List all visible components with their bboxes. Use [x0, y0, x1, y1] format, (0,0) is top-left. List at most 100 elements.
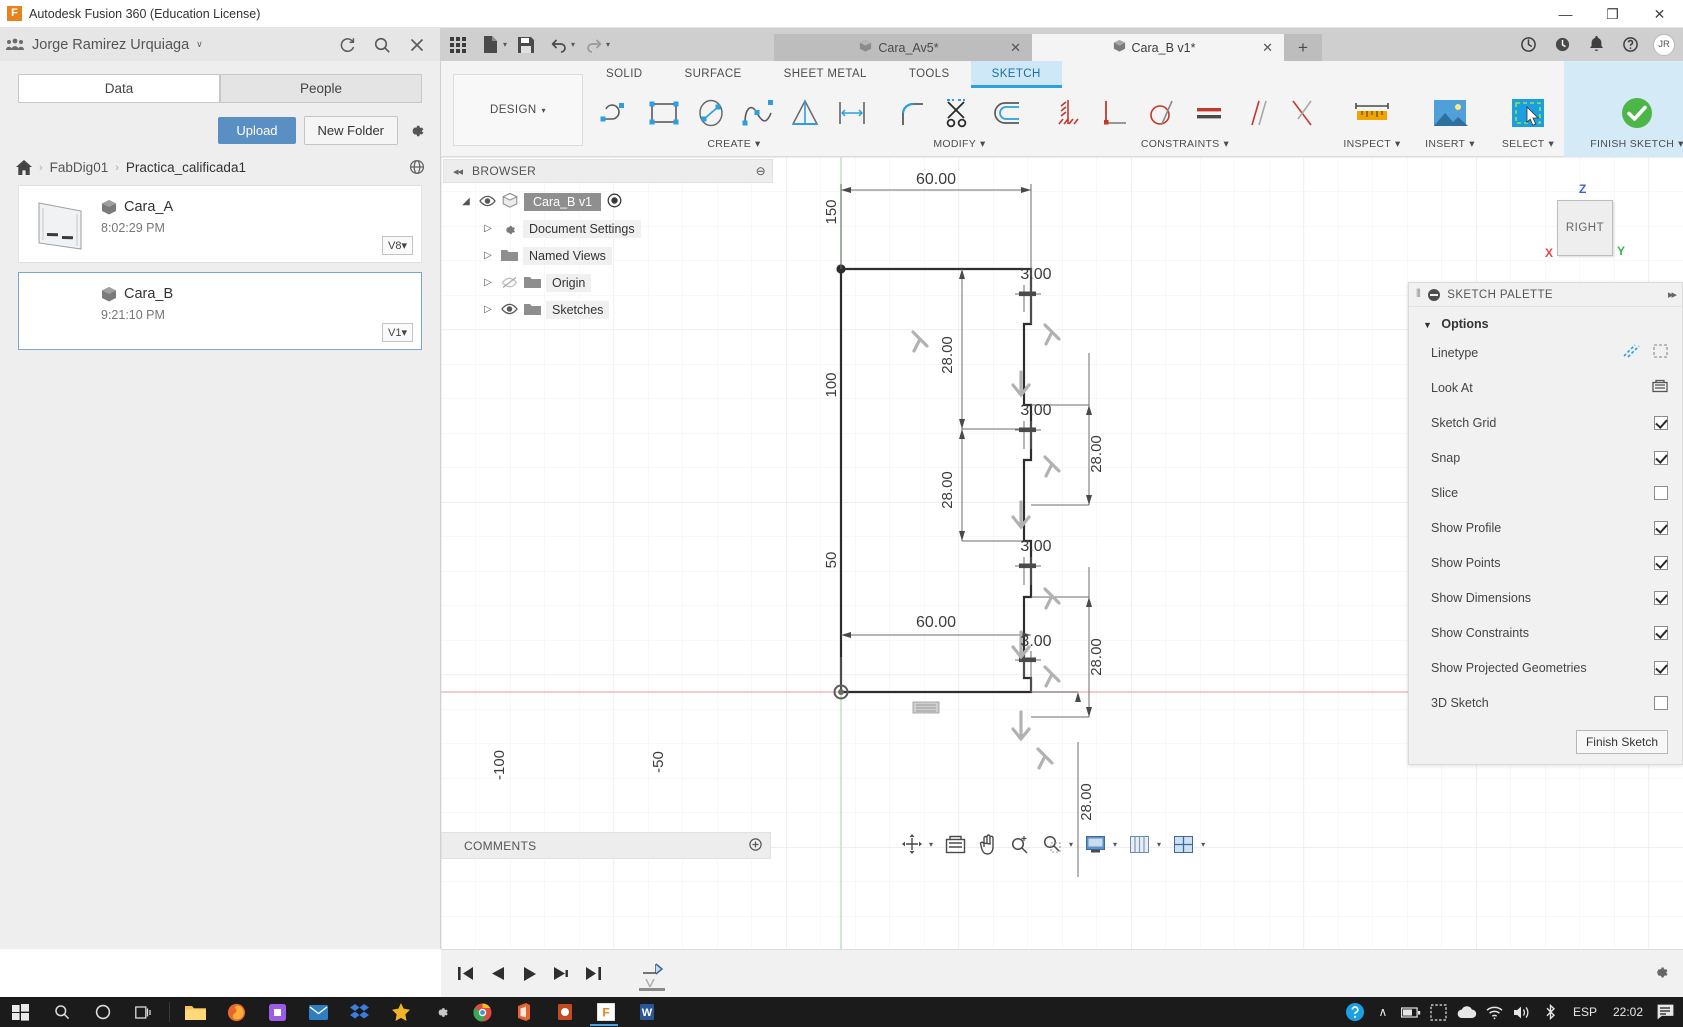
ribbon-group-label-modify[interactable]: MODIFY ▾	[933, 136, 985, 152]
minimize-button[interactable]: —	[1542, 0, 1589, 28]
firefox-icon[interactable]	[216, 997, 257, 1027]
bluetooth-icon[interactable]	[1537, 997, 1565, 1027]
comments-bar[interactable]: COMMENTS	[441, 832, 771, 859]
ribbon-group-label-constraints[interactable]: CONSTRAINTS ▾	[1141, 136, 1229, 152]
3d-sketch-checkbox[interactable]	[1654, 695, 1668, 710]
new-document-tab-button[interactable]: +	[1284, 34, 1322, 61]
visibility-eye-off-icon[interactable]	[501, 276, 518, 290]
finish-sketch-button[interactable]: Finish Sketch	[1575, 730, 1668, 754]
linetype-centerline-icon[interactable]	[1653, 344, 1668, 361]
clock-time[interactable]: 22:02	[1605, 1005, 1651, 1019]
palette-row-slice[interactable]: Slice	[1409, 475, 1682, 510]
action-center-icon[interactable]	[1651, 997, 1679, 1027]
job-status-icon[interactable]	[1511, 28, 1545, 61]
coincident-constraint-icon[interactable]	[1279, 90, 1326, 136]
fix-constraint-icon[interactable]	[1044, 90, 1091, 136]
show-profile-checkbox[interactable]	[1654, 520, 1668, 535]
equal-constraint-icon[interactable]	[1185, 90, 1232, 136]
help-icon[interactable]	[1613, 28, 1647, 61]
tree-node-document-settings[interactable]: ▷ Document Settings	[443, 215, 773, 242]
palette-row-sketch-grid[interactable]: Sketch Grid	[1409, 405, 1682, 440]
tab-surface[interactable]: SURFACE	[664, 61, 763, 88]
redo-caret-icon[interactable]: ▾	[606, 40, 610, 49]
collapse-browser-icon[interactable]: ◂◂	[453, 165, 463, 178]
maximize-button[interactable]: ❐	[1589, 0, 1636, 28]
show-points-checkbox[interactable]	[1654, 555, 1668, 570]
tree-node-sketches[interactable]: ▷ Sketches	[443, 296, 773, 323]
browser-minimize-icon[interactable]: ⊖	[756, 164, 766, 178]
sketch-feature-icon[interactable]	[639, 960, 667, 991]
globe-icon[interactable]	[409, 159, 426, 176]
expand-arrow-icon[interactable]: ▷	[481, 304, 495, 315]
palette-row-show-dimensions[interactable]: Show Dimensions	[1409, 580, 1682, 615]
viewports-caret-icon[interactable]: ▾	[1201, 840, 1205, 849]
slice-checkbox[interactable]	[1654, 485, 1668, 500]
windows-start-icon[interactable]	[0, 997, 41, 1027]
tree-node-cara-b[interactable]: ◢ Cara_B v1	[443, 188, 773, 215]
look-at-icon[interactable]	[1652, 379, 1668, 396]
orbit-caret-icon[interactable]: ▾	[929, 840, 933, 849]
view-cube[interactable]: Z X Y RIGHT	[1539, 182, 1631, 274]
user-avatar[interactable]: JR	[1653, 33, 1675, 56]
powerpoint-icon[interactable]	[544, 997, 585, 1027]
palette-row-show-profile[interactable]: Show Profile	[1409, 510, 1682, 545]
word-icon[interactable]: W	[626, 997, 667, 1027]
visibility-eye-icon[interactable]	[479, 195, 496, 209]
store-icon[interactable]	[257, 997, 298, 1027]
jump-to-end-icon[interactable]	[579, 960, 607, 988]
close-button[interactable]: ✕	[1636, 0, 1683, 28]
file-version-badge[interactable]: V8▾	[382, 236, 413, 255]
mail-icon[interactable]	[298, 997, 339, 1027]
cloud-icon[interactable]	[1453, 997, 1481, 1027]
design-workspace-button[interactable]: DESIGN ▾	[453, 74, 583, 146]
upload-button[interactable]: Upload	[218, 117, 296, 144]
tangent-constraint-icon[interactable]	[1138, 90, 1185, 136]
ribbon-group-label-inspect[interactable]: INSPECT ▾	[1343, 136, 1400, 152]
save-icon[interactable]	[509, 28, 542, 61]
trim-scissors-icon[interactable]	[936, 90, 983, 136]
offset-icon[interactable]	[983, 90, 1030, 136]
file-card-cara-a[interactable]: Cara_A 8:02:29 PM V8▾	[18, 185, 422, 263]
breadcrumb-item-folder[interactable]: Practica_calificada1	[126, 160, 246, 175]
palette-row-show-constraints[interactable]: Show Constraints	[1409, 615, 1682, 650]
chrome-icon[interactable]	[462, 997, 503, 1027]
show-data-panel-icon[interactable]	[441, 28, 474, 61]
expand-palette-icon[interactable]: ▸▸	[1668, 288, 1677, 301]
show-projected-geometries-checkbox[interactable]	[1654, 660, 1668, 675]
dropbox-icon[interactable]	[339, 997, 380, 1027]
expand-arrow-icon[interactable]: ▷	[481, 277, 495, 288]
parallel-constraint-icon[interactable]	[1232, 90, 1279, 136]
zoom-window-icon[interactable]	[1036, 829, 1068, 859]
chevron-down-icon[interactable]: ∨	[196, 39, 203, 50]
file-card-cara-b[interactable]: Cara_B 9:21:10 PM V1▾	[18, 272, 422, 350]
new-file-caret-icon[interactable]: ▾	[503, 40, 507, 49]
battery-icon[interactable]	[1397, 997, 1425, 1027]
add-comment-icon[interactable]	[749, 837, 762, 854]
help-circle-icon[interactable]	[1341, 997, 1369, 1027]
step-back-icon[interactable]	[483, 960, 511, 988]
fillet-icon[interactable]	[889, 90, 936, 136]
palette-row-3d-sketch[interactable]: 3D Sketch	[1409, 685, 1682, 720]
display-settings-caret-icon[interactable]: ▾	[1113, 840, 1117, 849]
orbit-icon[interactable]	[896, 829, 928, 859]
search-icon[interactable]	[41, 997, 82, 1027]
expand-arrow-icon[interactable]: ▷	[481, 250, 495, 261]
finish-sketch-check-icon[interactable]	[1564, 90, 1683, 136]
sketch-canvas[interactable]: 150 100 50 -100 -50 60.00 28.00 3.00 3.0…	[441, 157, 1683, 949]
perpendicular-constraint-icon[interactable]	[1091, 90, 1138, 136]
viewports-icon[interactable]	[1167, 829, 1200, 859]
settings-gear-icon[interactable]	[421, 997, 462, 1027]
drag-grip-icon[interactable]: ⦀	[1416, 288, 1421, 301]
expand-arrow-icon[interactable]: ▷	[481, 223, 495, 234]
view-cube-face[interactable]: RIGHT	[1557, 200, 1613, 256]
tab-sketch[interactable]: SKETCH	[970, 61, 1062, 88]
palette-row-look-at[interactable]: Look At	[1409, 370, 1682, 405]
breadcrumb-item-project[interactable]: FabDig01	[50, 160, 109, 175]
jump-to-beginning-icon[interactable]	[451, 960, 479, 988]
ribbon-group-label-insert[interactable]: INSERT ▾	[1425, 136, 1475, 152]
undo-caret-icon[interactable]: ▾	[571, 40, 575, 49]
play-icon[interactable]	[515, 960, 543, 988]
refresh-icon[interactable]	[338, 36, 356, 54]
sketch-spline-icon[interactable]	[734, 90, 781, 136]
look-at-icon[interactable]	[939, 829, 972, 859]
